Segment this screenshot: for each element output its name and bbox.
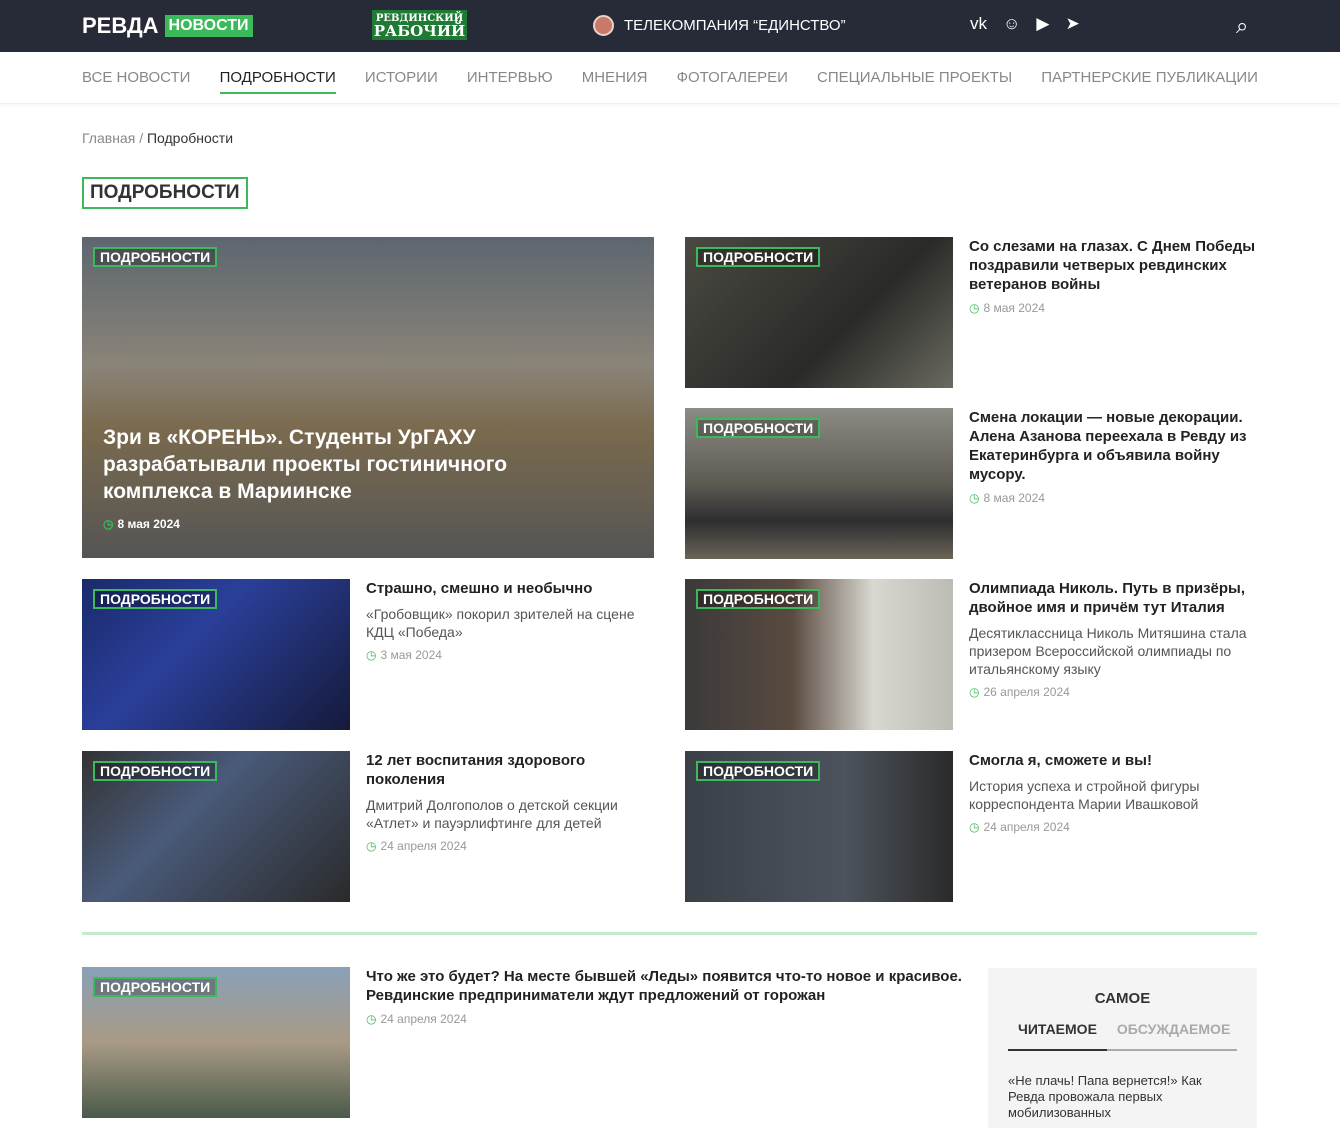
clock-icon: ◷ <box>103 517 114 531</box>
article-date: ◷ 24 апреля 2024 <box>366 839 656 853</box>
article-date: ◷ 26 апреля 2024 <box>969 685 1259 699</box>
date-text: 24 апреля 2024 <box>380 1012 467 1026</box>
site-logo[interactable]: РЕВДА НОВОСТИ <box>82 13 253 39</box>
article-date: ◷ 24 апреля 2024 <box>969 820 1259 834</box>
clock-icon: ◷ <box>366 839 377 853</box>
clock-icon: ◷ <box>969 301 980 315</box>
popular-item[interactable]: «Не плачь! Папа вернется!» Как Ревда про… <box>1008 1073 1237 1121</box>
date-text: 3 мая 2024 <box>380 648 442 662</box>
partner-logo-line2: РАБОЧИЙ <box>373 22 466 40</box>
clock-icon: ◷ <box>366 648 377 662</box>
search-icon[interactable]: ⌕ <box>1236 13 1248 39</box>
nav-special[interactable]: СПЕЦИАЛЬНЫЕ ПРОЕКТЫ <box>817 63 1012 92</box>
article-card[interactable]: ПОДРОБНОСТИ 12 лет воспитания здорового … <box>82 751 654 902</box>
category-tag[interactable]: ПОДРОБНОСТИ <box>696 418 821 438</box>
breadcrumb-current: Подробности <box>146 130 234 146</box>
category-tag[interactable]: ПОДРОБНОСТИ <box>93 977 218 997</box>
nav-opinions[interactable]: МНЕНИЯ <box>582 63 648 92</box>
article-description: Дмитрий Долгополов о детской секции «Атл… <box>366 797 618 831</box>
category-tag[interactable]: ПОДРОБНОСТИ <box>93 761 218 781</box>
logo-badge: НОВОСТИ <box>164 15 253 37</box>
vk-icon[interactable]: vk <box>970 14 987 34</box>
popular-sidebar: САМОЕ ЧИТАЕМОЕ ОБСУЖДАЕМОЕ «Не плачь! Па… <box>988 968 1257 1128</box>
odnoklassniki-icon[interactable]: ☺ <box>1003 14 1020 34</box>
breadcrumb: Главная / Подробности <box>82 130 233 146</box>
category-tag[interactable]: ПОДРОБНОСТИ <box>696 589 821 609</box>
article-date: ◷ 24 апреля 2024 <box>366 1012 966 1026</box>
article-image[interactable]: ПОДРОБНОСТИ <box>82 751 350 902</box>
tv-link[interactable]: ТЕЛЕКОМПАНИЯ “ЕДИНСТВО” <box>593 15 846 36</box>
tab-most-read[interactable]: ЧИТАЕМОЕ <box>1008 1021 1107 1051</box>
sidebar-tabs: ЧИТАЕМОЕ ОБСУЖДАЕМОЕ <box>1008 1021 1237 1051</box>
date-text: 8 мая 2024 <box>983 491 1045 505</box>
breadcrumb-home[interactable]: Главная <box>82 130 135 146</box>
article-image[interactable]: ПОДРОБНОСТИ <box>685 237 953 388</box>
date-text: 24 апреля 2024 <box>983 820 1070 834</box>
article-image[interactable]: ПОДРОБНОСТИ <box>685 408 953 559</box>
nav-galleries[interactable]: ФОТОГАЛЕРЕИ <box>677 63 788 92</box>
nav-interviews[interactable]: ИНТЕРВЬЮ <box>467 63 553 92</box>
nav-details[interactable]: ПОДРОБНОСТИ <box>219 63 337 94</box>
article-title[interactable]: Смена локации — новые декорации. Алена А… <box>969 408 1259 484</box>
article-description: Десятиклассница Николь Митяшина стала пр… <box>969 625 1247 677</box>
article-card[interactable]: ПОДРОБНОСТИ Смена локации — новые декора… <box>685 408 1257 559</box>
article-date: ◷ 3 мая 2024 <box>366 648 656 662</box>
article-title[interactable]: 12 лет воспитания здорового поколения <box>366 751 656 789</box>
article-image[interactable]: ПОДРОБНОСТИ <box>685 579 953 730</box>
clock-icon: ◷ <box>969 491 980 505</box>
featured-date: ◷ 8 мая 2024 <box>103 517 180 531</box>
article-title[interactable]: Что же это будет? На месте бывшей «Леды»… <box>366 967 966 1005</box>
logo-text: РЕВДА <box>82 13 159 38</box>
breadcrumb-separator: / <box>139 130 144 146</box>
category-tag[interactable]: ПОДРОБНОСТИ <box>93 589 218 609</box>
nav-stories[interactable]: ИСТОРИИ <box>365 63 438 92</box>
article-description: «Гробовщик» покорил зрителей на сцене КД… <box>366 606 635 640</box>
social-links: vk ☺ ▶ ➤ <box>970 14 1080 34</box>
partner-logo[interactable]: РЕВДИНСКИЙ РАБОЧИЙ <box>372 10 467 40</box>
category-tag[interactable]: ПОДРОБНОСТИ <box>93 247 218 267</box>
article-card[interactable]: ПОДРОБНОСТИ Со слезами на глазах. С Днем… <box>685 237 1257 388</box>
date-text: 26 апреля 2024 <box>983 685 1070 699</box>
article-title[interactable]: Смогла я, сможете и вы! <box>969 751 1259 770</box>
article-date: ◷ 8 мая 2024 <box>969 491 1259 505</box>
featured-title[interactable]: Зри в «КОРЕНЬ». Студенты УрГАХУ разрабат… <box>103 424 543 505</box>
nav-all-news[interactable]: ВСЕ НОВОСТИ <box>82 63 190 92</box>
youtube-icon[interactable]: ▶ <box>1036 14 1049 34</box>
article-image[interactable]: ПОДРОБНОСТИ <box>685 751 953 902</box>
main-nav: ВСЕ НОВОСТИ ПОДРОБНОСТИ ИСТОРИИ ИНТЕРВЬЮ… <box>0 52 1340 104</box>
article-description: История успеха и стройной фигуры корресп… <box>969 778 1200 812</box>
article-card[interactable]: ПОДРОБНОСТИ Смогла я, сможете и вы! Истор… <box>685 751 1257 902</box>
article-card[interactable]: ПОДРОБНОСТИ Страшно, смешно и необычно «Г… <box>82 579 654 730</box>
top-bar: РЕВДА НОВОСТИ РЕВДИНСКИЙ РАБОЧИЙ ТЕЛЕКОМПА… <box>0 0 1340 52</box>
section-divider <box>82 932 1257 935</box>
date-text: 8 мая 2024 <box>983 301 1045 315</box>
sidebar-title: САМОЕ <box>1094 990 1151 1007</box>
tv-logo-icon <box>593 15 614 36</box>
category-tag[interactable]: ПОДРОБНОСТИ <box>696 247 821 267</box>
tab-most-discussed[interactable]: ОБСУЖДАЕМОЕ <box>1107 1021 1240 1049</box>
date-text: 8 мая 2024 <box>117 517 180 531</box>
article-card[interactable]: ПОДРОБНОСТИ Что же это будет? На месте б… <box>82 967 962 1118</box>
tv-label: ТЕЛЕКОМПАНИЯ “ЕДИНСТВО” <box>624 17 846 34</box>
telegram-icon[interactable]: ➤ <box>1065 14 1079 34</box>
article-title[interactable]: Со слезами на глазах. С Днем Победы позд… <box>969 237 1259 294</box>
category-tag[interactable]: ПОДРОБНОСТИ <box>696 761 821 781</box>
article-image[interactable]: ПОДРОБНОСТИ <box>82 967 350 1118</box>
clock-icon: ◷ <box>969 820 980 834</box>
article-title[interactable]: Олимпиада Николь. Путь в призёры, двойно… <box>969 579 1259 617</box>
article-date: ◷ 8 мая 2024 <box>969 301 1259 315</box>
clock-icon: ◷ <box>969 685 980 699</box>
featured-article[interactable]: ПОДРОБНОСТИ Зри в «КОРЕНЬ». Студенты УрГ… <box>82 237 654 558</box>
article-image[interactable]: ПОДРОБНОСТИ <box>82 579 350 730</box>
article-title[interactable]: Страшно, смешно и необычно <box>366 579 656 598</box>
clock-icon: ◷ <box>366 1012 377 1026</box>
article-card[interactable]: ПОДРОБНОСТИ Олимпиада Николь. Путь в при… <box>685 579 1257 730</box>
date-text: 24 апреля 2024 <box>380 839 467 853</box>
nav-partner[interactable]: ПАРТНЕРСКИЕ ПУБЛИКАЦИИ <box>1041 63 1258 92</box>
page-title: ПОДРОБНОСТИ <box>82 177 248 209</box>
